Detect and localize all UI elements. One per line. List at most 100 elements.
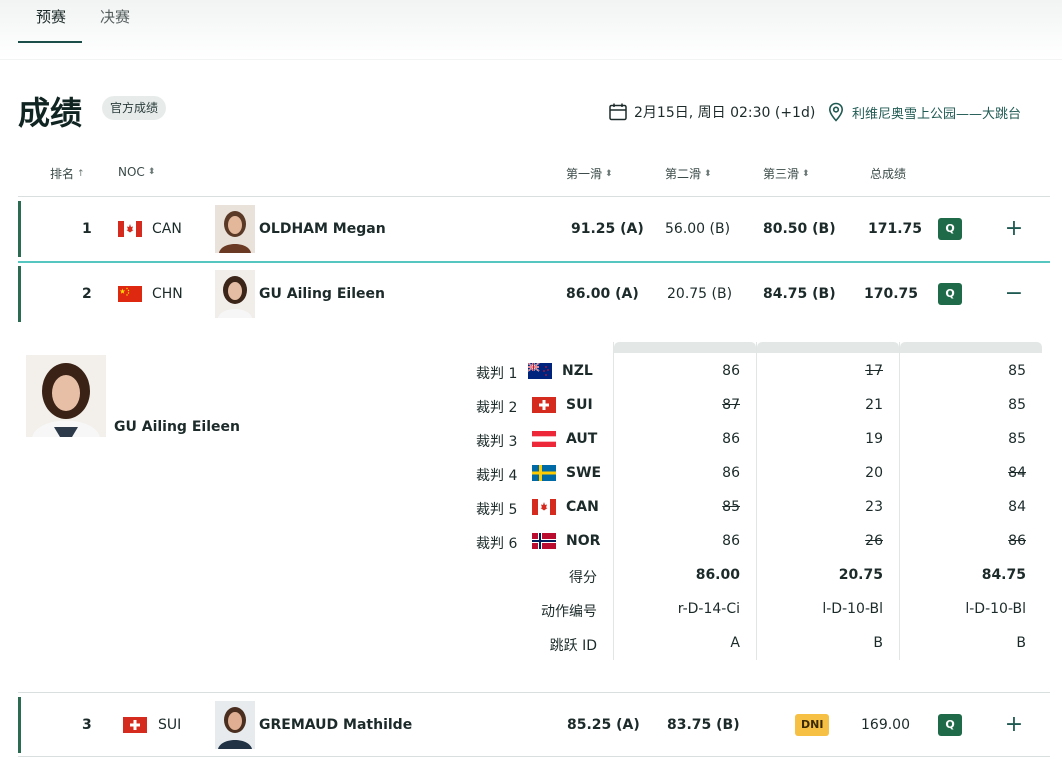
judge-scores-panel: GU Ailing Eileen 裁判 1 NZL 86 17 85 裁判 2 … (18, 325, 1050, 690)
noc-code: CAN (152, 221, 182, 237)
trick-code: l-D-10-Bl (965, 601, 1026, 617)
run2-score: 56.00 (B) (665, 221, 731, 237)
judge-noc: SUI (566, 397, 593, 413)
qualified-badge: Q (938, 714, 962, 736)
qualified-badge: Q (938, 283, 962, 305)
athlete-avatar (215, 270, 255, 318)
judge-score: 86 (722, 363, 740, 379)
run-score: 84.75 (981, 567, 1026, 583)
qualified-badge: Q (938, 218, 962, 240)
flag-swe-icon (532, 465, 556, 481)
flag-nor-icon (532, 533, 556, 549)
date-text: 2月15日, 周日 02:30 (+1d) (634, 105, 816, 121)
judge-score-dropped: 84 (1008, 465, 1026, 481)
run-score: 86.00 (695, 567, 740, 583)
jump-id: A (730, 635, 740, 651)
flag-can-icon (118, 221, 142, 237)
judge-score: 86 (722, 533, 740, 549)
col-header-run1[interactable]: 第一滑 ⬍ (566, 165, 613, 182)
judge-score: 85 (1008, 397, 1026, 413)
table-row[interactable]: 1 CAN OLDHAM Megan 91.25 (A) 56.00 (B) 8… (18, 201, 1050, 257)
flag-sui-icon (532, 397, 556, 413)
col-header-run3[interactable]: 第三滑 ⬍ (763, 165, 810, 182)
judge-score: 21 (865, 397, 883, 413)
judge-score-dropped: 26 (865, 533, 883, 549)
judge-score: 85 (1008, 363, 1026, 379)
jump-id-label: 跳跃 ID (549, 638, 597, 654)
judge-score: 23 (865, 499, 883, 515)
col-header-run2[interactable]: 第二滑 ⬍ (665, 165, 712, 182)
judge-score-dropped: 86 (1008, 533, 1026, 549)
judge-score-dropped: 87 (722, 397, 740, 413)
row-divider (18, 756, 1050, 757)
flag-nzl-icon (528, 363, 552, 379)
run3-score: 84.75 (B) (763, 286, 836, 302)
sort-icon: ⬍ (605, 168, 613, 179)
athlete-name[interactable]: GU Ailing Eileen (259, 286, 385, 302)
run2-score: 83.75 (B) (667, 717, 740, 733)
judge-score: 19 (865, 431, 883, 447)
flag-chn-icon (118, 286, 142, 302)
table-row[interactable]: 3 SUI GREMAUD Mathilde 85.25 (A) 83.75 (… (18, 697, 1050, 753)
judge-score: 86 (722, 465, 740, 481)
judge-noc: CAN (566, 499, 599, 515)
sort-icon: ⬍ (704, 168, 712, 179)
run3-score: 80.50 (B) (763, 221, 836, 237)
score-label: 得分 (569, 570, 597, 586)
tab-prelim[interactable]: 预赛 (34, 6, 68, 27)
dni-badge: DNI (795, 714, 830, 736)
run-score: 20.75 (838, 567, 883, 583)
athlete-avatar (215, 205, 255, 253)
flag-can-icon (532, 499, 556, 515)
run1-score: 91.25 (A) (571, 221, 644, 237)
judge-score-dropped: 85 (722, 499, 740, 515)
venue-text: 利维尼奥雪上公园——大跳台 (852, 106, 1022, 122)
rank: 1 (82, 221, 92, 237)
col-header-noc[interactable]: NOC ⬍ (118, 165, 155, 179)
judge-label: 裁判 6 (476, 536, 518, 552)
event-venue[interactable]: 利维尼奥雪上公园——大跳台 (828, 100, 1021, 124)
sort-icon: ⬍ (147, 167, 156, 177)
total-score: 169.00 (861, 717, 910, 733)
table-row[interactable]: 2 CHN GU Ailing Eileen 86.00 (A) 20.75 (… (18, 266, 1050, 322)
athlete-name: GU Ailing Eileen (114, 419, 240, 435)
page-title: 成绩 (18, 94, 83, 132)
rank: 3 (82, 717, 92, 733)
judge-label: 裁判 2 (476, 400, 518, 416)
header-divider (18, 196, 1050, 197)
judge-label: 裁判 5 (476, 502, 518, 518)
athlete-name[interactable]: OLDHAM Megan (259, 221, 386, 237)
calendar-icon (609, 103, 627, 121)
active-tab-indicator (18, 41, 82, 43)
expand-button[interactable]: + (1004, 218, 1024, 240)
rank: 2 (82, 286, 92, 302)
collapse-button[interactable]: − (1004, 283, 1024, 305)
col-header-total: 总成绩 (870, 167, 907, 181)
noc-code: SUI (158, 717, 182, 733)
trick-code-label: 动作编号 (541, 604, 597, 620)
expand-button[interactable]: + (1004, 714, 1024, 736)
event-date: 2月15日, 周日 02:30 (+1d) (608, 100, 815, 124)
location-pin-icon (828, 102, 844, 122)
total-score: 170.75 (864, 286, 919, 302)
athlete-photo (26, 355, 106, 437)
col-header-rank[interactable]: 排名 ↑ (50, 165, 85, 182)
sort-arrow-up-icon: ↑ (77, 168, 85, 179)
judge-score-dropped: 17 (865, 363, 883, 379)
flag-sui-icon (123, 717, 147, 733)
tab-final[interactable]: 决赛 (98, 6, 132, 27)
trick-code: r-D-14-Ci (677, 601, 740, 617)
athlete-name[interactable]: GREMAUD Mathilde (259, 717, 412, 733)
judge-label: 裁判 1 (476, 366, 518, 382)
judge-score: 20 (865, 465, 883, 481)
judge-label: 裁判 3 (476, 434, 518, 450)
jump-id: B (873, 635, 883, 651)
athlete-avatar (215, 701, 255, 749)
judge-noc: SWE (566, 465, 602, 481)
judge-score: 85 (1008, 431, 1026, 447)
jump-id: B (1016, 635, 1026, 651)
noc-code: CHN (152, 286, 183, 302)
judge-noc: NZL (562, 363, 593, 379)
total-score: 171.75 (868, 221, 923, 237)
run1-score: 85.25 (A) (567, 717, 640, 733)
